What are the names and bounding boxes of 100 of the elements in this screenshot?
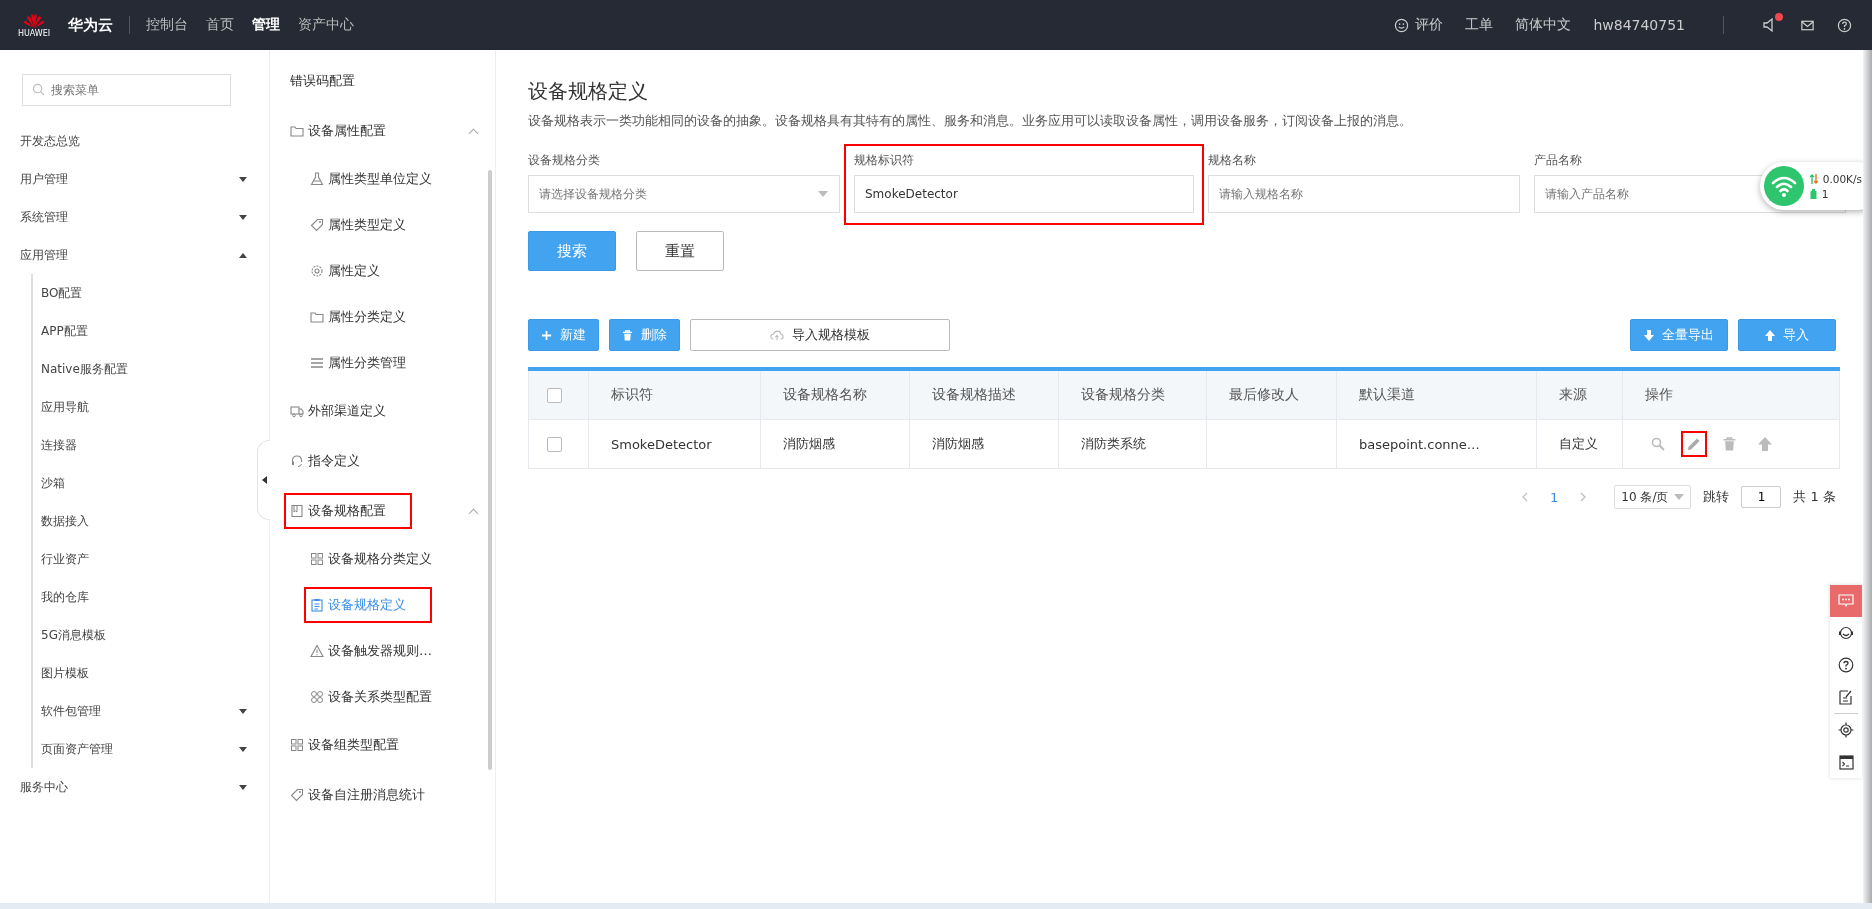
submenu-item[interactable]: 外部渠道定义 (284, 393, 392, 429)
menu-item[interactable]: 行业资产 (33, 540, 255, 578)
row-checkbox[interactable] (547, 437, 562, 452)
submenu-item[interactable]: 错误码配置 (284, 63, 361, 99)
column-header: 设备规格分类 (1058, 369, 1207, 420)
submenu-item[interactable]: 设备属性配置 (284, 113, 392, 149)
page-size-select[interactable]: 10 条/页 (1614, 485, 1692, 509)
column-header: 设备规格描述 (909, 369, 1058, 420)
menu-item[interactable]: 应用导航 (33, 388, 255, 426)
column-header: 来源 (1536, 369, 1623, 420)
menu-item[interactable]: 沙箱 (33, 464, 255, 502)
submenu-item[interactable]: 属性类型单位定义 (304, 161, 438, 197)
submenu-item[interactable]: 设备规格配置 (284, 493, 412, 529)
menu-item[interactable]: 软件包管理 (33, 692, 255, 730)
flask-icon (310, 172, 324, 186)
submenu-item[interactable]: 设备规格分类定义 (304, 541, 438, 577)
submenu-item[interactable]: 设备规格定义 (304, 587, 432, 623)
brand-name[interactable]: 华为云 (68, 15, 113, 35)
submenu-item[interactable]: 设备组类型配置 (284, 727, 405, 763)
pencil-icon[interactable] (1681, 431, 1708, 457)
feedback-link[interactable]: 评价 (1415, 16, 1444, 34)
smiley-icon (1394, 17, 1410, 33)
menu-item[interactable]: 页面资产管理 (33, 730, 255, 768)
tag-icon (310, 218, 324, 232)
submenu-item[interactable]: 设备自注册消息统计 (284, 777, 431, 813)
battery-icon (1809, 188, 1817, 199)
submenu-item[interactable]: 指令定义 (284, 443, 366, 479)
total-count: 共 1 条 (1793, 488, 1836, 506)
logo-text: HUAWEI (17, 28, 51, 38)
submenu-item[interactable]: 属性分类管理 (304, 345, 412, 381)
jump-label: 跳转 (1703, 488, 1730, 506)
next-page-icon[interactable] (1580, 492, 1587, 502)
filter-label: 规格标识符 (854, 152, 915, 169)
ticket-link[interactable]: 工单 (1465, 16, 1494, 34)
submenu-item[interactable]: 设备关系类型配置 (304, 679, 438, 715)
column-header: 设备规格名称 (760, 369, 910, 420)
filter-label: 产品名称 (1534, 152, 1583, 169)
select-all-checkbox[interactable] (547, 388, 562, 404)
truck-icon (290, 404, 304, 418)
nav-link[interactable]: 控制台 (146, 16, 188, 34)
warning-icon (310, 644, 324, 658)
nav-link[interactable]: 首页 (206, 16, 234, 34)
column-header: 最后修改人 (1206, 369, 1337, 420)
trash-icon (622, 329, 633, 341)
category-select[interactable]: 请选择设备规格分类 (528, 175, 840, 213)
dropdown-icon (818, 191, 828, 197)
scrollbar[interactable] (1863, 50, 1872, 903)
clipboard-icon (310, 598, 324, 612)
headset-icon (290, 454, 304, 468)
menu-item[interactable]: 系统管理 (0, 198, 255, 236)
arrow-down-icon (1644, 329, 1654, 341)
grid-icon (290, 738, 304, 752)
jump-field[interactable]: 1 (1741, 486, 1782, 508)
menu-item[interactable]: 我的仓库 (33, 578, 255, 616)
arrow-up-icon (1765, 329, 1775, 341)
menu-item[interactable]: APP配置 (33, 312, 255, 350)
cloud-upload-icon (770, 329, 784, 341)
reset-button[interactable]: 重置 (636, 231, 724, 271)
search-icon (32, 83, 45, 96)
submenu-item[interactable]: 设备触发器规则… (304, 633, 438, 669)
folder-icon (290, 124, 304, 138)
filter-label: 规格名称 (1208, 152, 1257, 169)
user-name[interactable]: hw84740751 (1593, 17, 1685, 33)
table-cell: 消防类系统 (1080, 436, 1146, 451)
column-header: 标识符 (588, 369, 761, 420)
menu-item[interactable]: 连接器 (33, 426, 255, 464)
menu-item[interactable]: 用户管理 (0, 160, 255, 198)
language-link[interactable]: 简体中文 (1515, 16, 1572, 34)
logo-icon (22, 12, 46, 29)
menu-item[interactable]: BO配置 (33, 274, 255, 312)
menu-search-field[interactable]: 搜索菜单 (22, 74, 231, 106)
menu-item[interactable]: 5G消息模板 (33, 616, 255, 654)
list-icon (310, 356, 324, 370)
submenu-item[interactable]: 属性分类定义 (304, 299, 412, 335)
submenu-item[interactable]: 属性类型定义 (304, 207, 412, 243)
submenu-item[interactable]: 属性定义 (304, 253, 386, 289)
filter-label: 设备规格分类 (528, 152, 601, 169)
toolbar-button[interactable]: 导入规格模板 (690, 319, 950, 351)
menu-item[interactable]: 数据接入 (33, 502, 255, 540)
table-cell: 消防烟感 (782, 436, 835, 451)
menu-item[interactable]: 图片模板 (33, 654, 255, 692)
page-title: 设备规格定义 (528, 78, 649, 105)
nav-link[interactable]: 资产中心 (298, 16, 354, 34)
transfer-icon (1809, 173, 1818, 184)
menu-item[interactable]: Native服务配置 (33, 350, 255, 388)
tag-icon (290, 788, 304, 802)
table-cell: SmokeDetector (611, 436, 712, 452)
help-icon[interactable] (1837, 17, 1852, 33)
clover-icon (310, 690, 324, 704)
text-field[interactable]: 请输入规格名称 (1208, 175, 1520, 213)
menu-item[interactable]: 应用管理 (0, 236, 255, 274)
table-cell: 自定义 (1558, 436, 1598, 451)
nav-link[interactable]: 管理 (252, 16, 280, 34)
menu-item[interactable]: 开发态总览 (0, 122, 255, 160)
text-field[interactable]: SmokeDetector (854, 175, 1194, 213)
previous-page-icon[interactable] (1522, 492, 1529, 502)
table-cell: 消防烟感 (931, 436, 984, 451)
collapse-handle[interactable] (257, 440, 270, 520)
column-header: 默认渠道 (1336, 369, 1537, 420)
menu-item[interactable]: 服务中心 (0, 768, 255, 806)
